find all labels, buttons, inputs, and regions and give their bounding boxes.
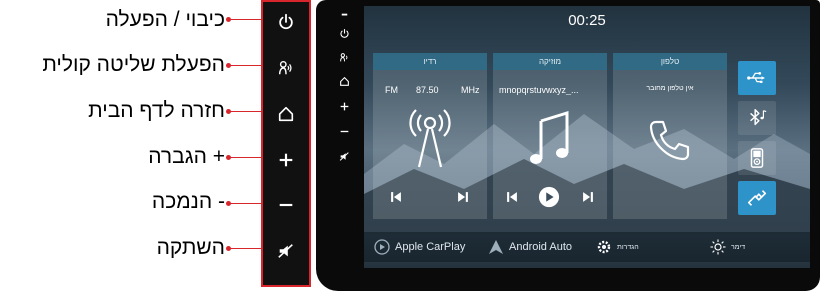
plus-icon bbox=[279, 153, 293, 167]
mute-icon bbox=[339, 151, 349, 161]
home-button[interactable] bbox=[263, 100, 309, 128]
radio-prev-button[interactable] bbox=[386, 187, 406, 207]
dimmer-label: דימר bbox=[731, 243, 746, 251]
carplay-label: Apple CarPlay bbox=[395, 241, 466, 253]
play-icon bbox=[538, 186, 560, 208]
music-next-button[interactable] bbox=[578, 187, 598, 207]
power-icon bbox=[279, 13, 293, 30]
power-icon bbox=[339, 28, 349, 38]
callout-label-voice: הפעלת שליטה קולית bbox=[42, 53, 225, 76]
callout-line bbox=[228, 157, 262, 158]
plus-icon bbox=[340, 102, 348, 110]
indicator-icon bbox=[341, 13, 347, 15]
hardware-button-strip bbox=[261, 0, 311, 287]
power-button[interactable] bbox=[263, 8, 309, 36]
rail-mute-button[interactable] bbox=[336, 148, 352, 164]
dimmer-sun-icon bbox=[710, 239, 726, 255]
bluetooth-music-icon bbox=[750, 109, 767, 126]
mute-button[interactable] bbox=[263, 237, 309, 265]
callout-line bbox=[228, 111, 262, 112]
callout-line bbox=[228, 65, 262, 66]
voice-icon bbox=[339, 52, 347, 61]
callout-label-power: כיבוי / הפעלה bbox=[105, 8, 225, 31]
volume-up-button[interactable] bbox=[263, 146, 309, 174]
bottom-bar: Apple CarPlay Android Auto הגדרות דימר bbox=[364, 232, 810, 262]
carplay-button[interactable]: Apple CarPlay bbox=[374, 232, 465, 262]
gear-icon bbox=[597, 240, 611, 254]
rail-volume-down-button[interactable] bbox=[336, 123, 352, 139]
radio-unit: MHz bbox=[461, 85, 480, 95]
skip-next-icon bbox=[458, 192, 468, 202]
radio-card[interactable]: רדיו FM 87.50 MHz bbox=[373, 53, 487, 219]
bluetooth-music-button[interactable] bbox=[738, 101, 776, 135]
mute-icon bbox=[278, 244, 293, 258]
rail-volume-up-button[interactable] bbox=[336, 98, 352, 114]
connection-panel bbox=[735, 53, 779, 219]
radio-tower-icon bbox=[409, 109, 451, 168]
settings-label: הגדרות bbox=[617, 243, 639, 251]
android-auto-icon bbox=[489, 240, 503, 254]
skip-previous-icon bbox=[391, 192, 401, 202]
clock: 00:25 bbox=[568, 12, 606, 29]
head-unit-screen: 00:25 רדיו FM 87.50 MHz מוזיקה mnopqrstu… bbox=[364, 6, 810, 268]
music-play-button[interactable] bbox=[537, 185, 561, 209]
callout-label-volume-down: - הנמכה bbox=[151, 190, 225, 213]
voice-control-button[interactable] bbox=[263, 54, 309, 82]
home-icon bbox=[339, 76, 349, 86]
skip-next-icon bbox=[583, 192, 593, 202]
android-auto-button[interactable]: Android Auto bbox=[488, 232, 572, 262]
callout-label-mute: השתקה bbox=[156, 236, 225, 259]
phone-icon bbox=[649, 120, 690, 161]
radio-next-button[interactable] bbox=[453, 187, 473, 207]
rail-voice-button[interactable] bbox=[336, 49, 352, 65]
rail-power-button[interactable] bbox=[336, 25, 352, 41]
minus-icon bbox=[340, 130, 348, 132]
callout-line bbox=[228, 248, 262, 249]
settings-button[interactable]: הגדרות bbox=[596, 232, 639, 262]
music-card[interactable]: מוזיקה mnopqrstuvwxyz_... bbox=[493, 53, 607, 219]
volume-down-button[interactable] bbox=[263, 191, 309, 219]
phone-card[interactable]: טלפון אין טלפון מחובר bbox=[613, 53, 727, 219]
radio-band: FM bbox=[385, 85, 398, 95]
music-track-name: mnopqrstuvwxyz_... bbox=[499, 85, 579, 95]
usb-button[interactable] bbox=[738, 61, 776, 95]
callout-label-home: חזרה לדף הבית bbox=[88, 99, 225, 122]
ipod-icon bbox=[750, 148, 764, 168]
callout-label-volume-up: + הגברה bbox=[148, 145, 225, 168]
music-note-icon bbox=[530, 110, 569, 164]
link-icon bbox=[747, 190, 767, 206]
phone-status: אין טלפון מחובר bbox=[646, 85, 694, 92]
radio-card-title: רדיו bbox=[373, 53, 487, 70]
callout-line bbox=[228, 19, 262, 20]
callout-line bbox=[228, 203, 262, 204]
device-side-rail bbox=[330, 5, 358, 275]
skip-previous-icon bbox=[507, 192, 517, 202]
music-prev-button[interactable] bbox=[502, 187, 522, 207]
usb-icon bbox=[747, 72, 765, 83]
dimmer-button[interactable]: דימר bbox=[710, 232, 745, 262]
home-icon bbox=[278, 106, 294, 122]
rail-home-button[interactable] bbox=[336, 73, 352, 89]
music-card-title: מוזיקה bbox=[493, 53, 607, 70]
radio-frequency: 87.50 bbox=[416, 85, 439, 95]
minus-icon bbox=[279, 203, 293, 207]
voice-icon bbox=[278, 60, 292, 75]
phone-card-title: טלפון bbox=[613, 53, 727, 70]
carplay-icon bbox=[374, 239, 390, 255]
android-auto-label: Android Auto bbox=[509, 241, 572, 253]
ipod-button[interactable] bbox=[738, 141, 776, 175]
link-button[interactable] bbox=[738, 181, 776, 215]
rail-indicator bbox=[336, 7, 352, 23]
